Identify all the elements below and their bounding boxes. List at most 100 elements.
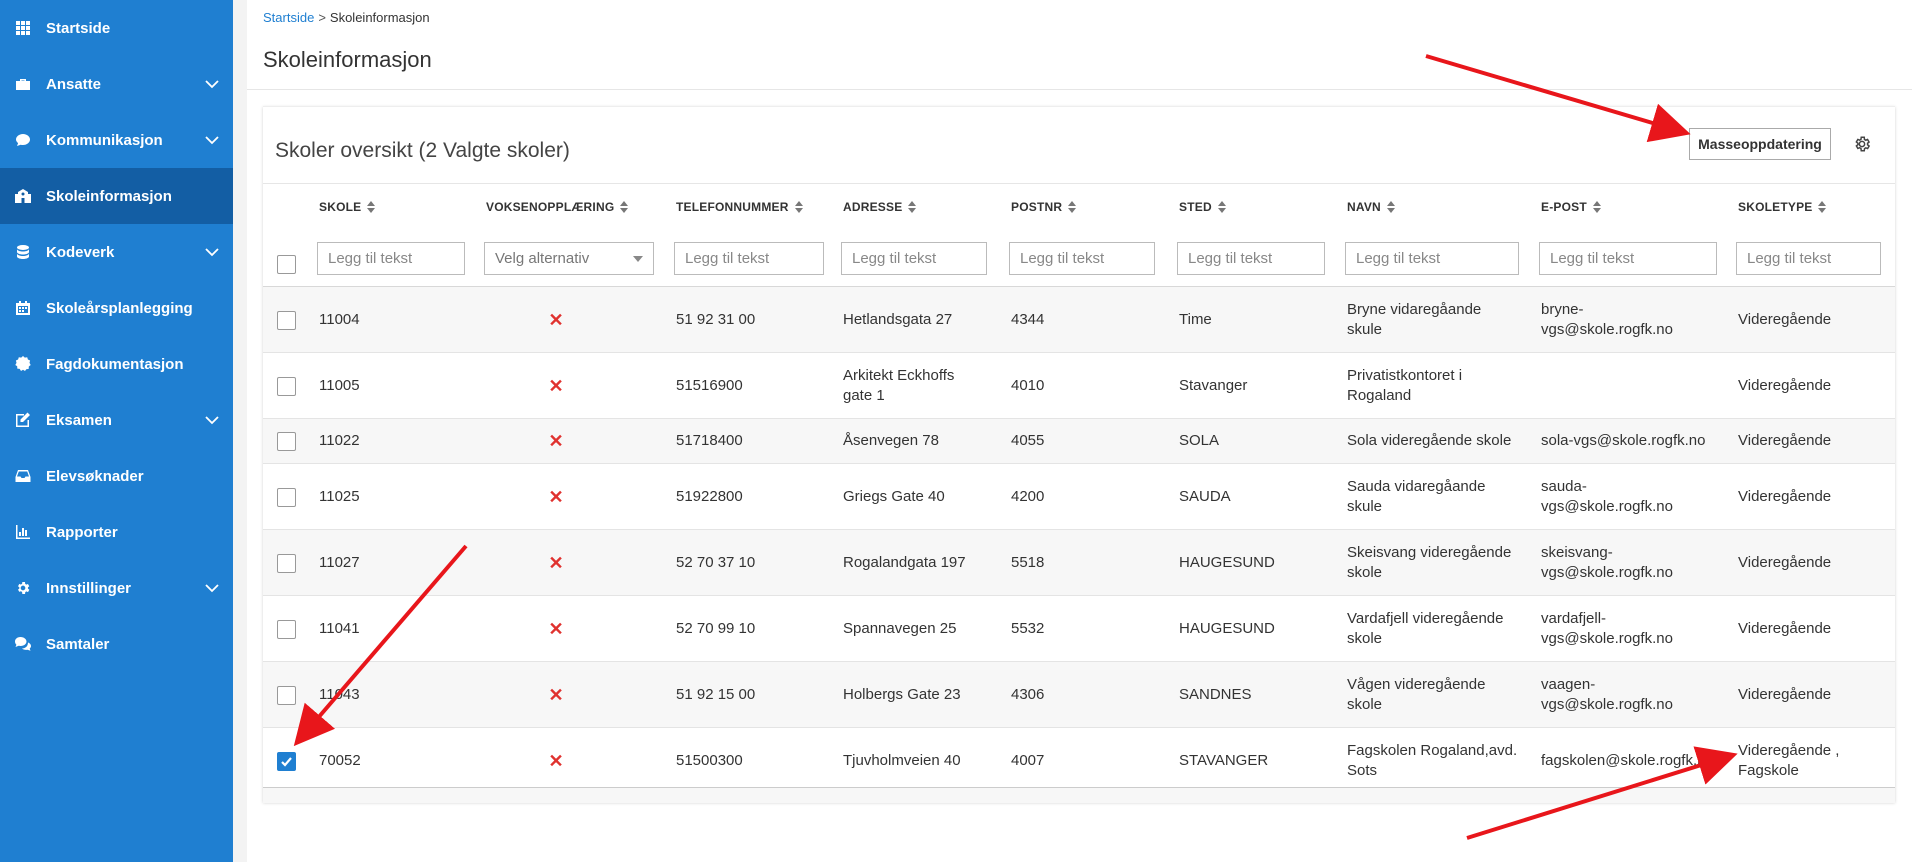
x-mark-icon: ✕	[548, 552, 564, 573]
voksenopplaering-filter-select[interactable]: Velg alternativ	[484, 242, 654, 275]
cell-text: 51500300	[676, 751, 743, 769]
row-checkbox[interactable]	[277, 619, 296, 639]
sidebar-item-ansatte[interactable]: Ansatte	[0, 56, 233, 112]
breadcrumb-home-link[interactable]: Startside	[263, 10, 314, 25]
horizontal-scrollbar[interactable]	[263, 787, 1895, 803]
cell-sted: Stavanger	[1179, 353, 1327, 418]
x-mark-icon: ✕	[548, 684, 564, 705]
x-mark-icon: ✕	[548, 618, 564, 639]
column-header-adresse[interactable]: ADRESSE	[843, 200, 917, 214]
sidebar-item-startside[interactable]: Startside	[0, 0, 233, 56]
x-mark-icon: ✕	[548, 309, 564, 330]
select-all-checkbox[interactable]	[277, 255, 296, 274]
sort-icon[interactable]	[794, 201, 803, 213]
column-header-voksenopplæring[interactable]: VOKSENOPPLÆRING	[486, 200, 629, 214]
sidebar-item-kodeverk[interactable]: Kodeverk	[0, 224, 233, 280]
sort-icon[interactable]	[620, 201, 629, 213]
cell-adresse: Holbergs Gate 23	[843, 662, 989, 727]
sidebar-item-innstillinger[interactable]: Innstillinger	[0, 560, 233, 616]
mass-update-button[interactable]: Masseoppdatering	[1689, 128, 1831, 160]
table-row[interactable]: 11004 ✕ 51 92 31 00 Hetlandsgata 27 4344 Time…	[263, 287, 1895, 353]
sidebar-item-label: Skoleårsplanlegging	[46, 299, 193, 317]
table-row[interactable]: 70052 ✕ 51500300 Tjuvholmveien 40 4007 STAVAN…	[263, 728, 1895, 794]
cell-epost: skeisvang-vgs@skole.rogfk.no	[1541, 530, 1719, 595]
filter-input-skole[interactable]	[317, 242, 465, 275]
sidebar-item-label: Ansatte	[46, 75, 102, 93]
filter-input-postnr[interactable]	[1009, 242, 1155, 275]
filter-input-navn[interactable]	[1345, 242, 1519, 275]
table-row[interactable]: 11025 ✕ 51922800 Griegs Gate 40 4200 SAUDA Sau…	[263, 464, 1895, 530]
row-checkbox[interactable]	[277, 553, 296, 573]
sort-icon[interactable]	[1592, 201, 1601, 213]
column-header-navn[interactable]: NAVN	[1347, 200, 1395, 214]
row-checkbox[interactable]	[277, 310, 296, 330]
filter-input-adresse[interactable]	[841, 242, 987, 275]
row-checkbox[interactable]	[277, 487, 296, 507]
sidebar-item-label: Skoleinformasjon	[46, 187, 172, 205]
x-mark-icon: ✕	[548, 375, 564, 396]
cell-text-line: vgs@skole.rogfk.no	[1541, 497, 1673, 515]
table-row[interactable]: 11022 ✕ 51718400 Åsenvegen 78 4055 SOLA Sola v…	[263, 419, 1895, 464]
sidebar-item-kommunikasjon[interactable]: Kommunikasjon	[0, 112, 233, 168]
cell-text-line: vgs@skole.rogfk.no	[1541, 695, 1673, 713]
cell-text: 51 92 31 00	[676, 310, 756, 328]
row-checkbox[interactable]	[277, 376, 296, 396]
cell-text-line: Rogalandgata 197	[843, 553, 966, 571]
row-checkbox[interactable]	[277, 751, 296, 771]
cell-text: STAVANGER	[1179, 751, 1269, 769]
sidebar-item-samtaler[interactable]: Samtaler	[0, 616, 233, 672]
sort-icon[interactable]	[908, 201, 917, 213]
table-row[interactable]: 11041 ✕ 52 70 99 10 Spannavegen 25 5532 HAUGE…	[263, 596, 1895, 662]
filter-input-telefonnummer[interactable]	[674, 242, 824, 275]
row-checkbox[interactable]	[277, 685, 296, 705]
cell-text: 4200	[1011, 487, 1045, 505]
cell-text-line: Vågen videregående	[1347, 675, 1486, 693]
column-header-skoletype[interactable]: SKOLETYPE	[1738, 200, 1827, 214]
cell-sted: HAUGESUND	[1179, 530, 1327, 595]
sidebar-item-label: Innstillinger	[46, 579, 132, 597]
cell-adresse: Tjuvholmveien 40	[843, 728, 989, 793]
table-row[interactable]: 11005 ✕ 51516900 Arkitekt Eckhoffs gate 1 401…	[263, 353, 1895, 419]
sidebar-item-eksamen[interactable]: Eksamen	[0, 392, 233, 448]
cell-text-line: bryne-	[1541, 300, 1584, 318]
gear-icon[interactable]	[1853, 135, 1871, 153]
page-title: Skoleinformasjon	[263, 47, 432, 72]
chevron-down-icon	[205, 132, 219, 149]
sidebar-item-fagdokumentasjon[interactable]: Fagdokumentasjon	[0, 336, 233, 392]
sort-icon[interactable]	[1217, 201, 1226, 213]
table-row[interactable]: 11027 ✕ 52 70 37 10 Rogalandgata 197 5518 HAU…	[263, 530, 1895, 596]
column-header-telefonnummer[interactable]: TELEFONNUMMER	[676, 200, 803, 214]
filter-input-skoletype[interactable]	[1736, 242, 1881, 275]
cell-epost	[1541, 353, 1719, 418]
sidebar-item-elevsøknader[interactable]: Elevsøknader	[0, 448, 233, 504]
sort-icon[interactable]	[1386, 201, 1395, 213]
cell-skole: 11004	[319, 287, 467, 352]
column-header-skole[interactable]: SKOLE	[319, 200, 376, 214]
column-header-sted[interactable]: STED	[1179, 200, 1226, 214]
sidebar-item-rapporter[interactable]: Rapporter	[0, 504, 233, 560]
sort-icon[interactable]	[1818, 201, 1827, 213]
cell-text-line: Skeisvang videregående	[1347, 543, 1512, 561]
cell-navn: Privatistkontoret i Rogaland	[1347, 353, 1521, 418]
cell-text-line: fagskolen@skole.rogfk.no	[1541, 751, 1714, 769]
sidebar-item-label: Rapporter	[46, 523, 118, 541]
cell-skole: 11025	[319, 464, 467, 529]
column-header-e-post[interactable]: E-POST	[1541, 200, 1601, 214]
cell-skoletype: Videregående	[1738, 419, 1883, 463]
sort-icon[interactable]	[367, 201, 376, 213]
sidebar-item-skoleårsplanlegging[interactable]: Skoleårsplanlegging	[0, 280, 233, 336]
filter-input-sted[interactable]	[1177, 242, 1325, 275]
cell-text: 11022	[319, 432, 360, 449]
cell-text: 51516900	[676, 376, 743, 394]
sidebar-item-skoleinformasjon[interactable]: Skoleinformasjon	[0, 168, 233, 224]
column-header-label: TELEFONNUMMER	[676, 200, 789, 214]
table-row[interactable]: 11043 ✕ 51 92 15 00 Holbergs Gate 23 4306 SAN…	[263, 662, 1895, 728]
column-header-postnr[interactable]: POSTNR	[1011, 200, 1077, 214]
sidebar-item-label: Kommunikasjon	[46, 131, 163, 149]
filter-input-e-post[interactable]	[1539, 242, 1717, 275]
cell-navn: Vardafjell videregående skole	[1347, 596, 1521, 661]
sort-icon[interactable]	[1068, 201, 1077, 213]
cell-text-line: Videregående	[1738, 310, 1832, 328]
chevron-down-icon	[205, 580, 219, 597]
row-checkbox[interactable]	[277, 432, 296, 451]
